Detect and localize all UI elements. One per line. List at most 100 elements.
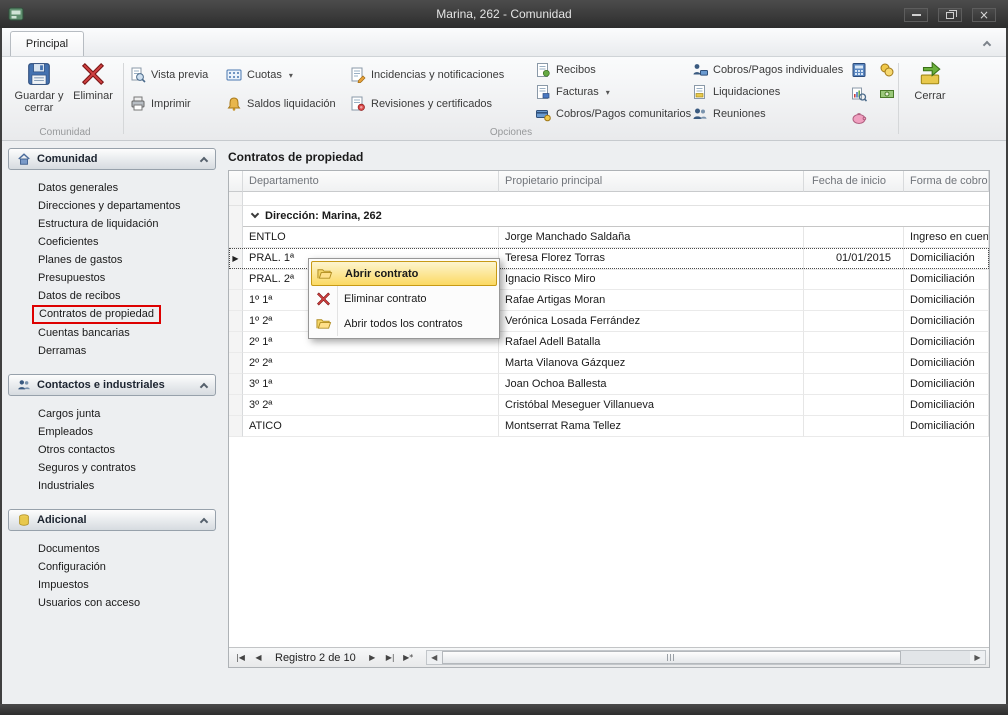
table-row[interactable]: 2º 2ª Marta Vilanova Gázquez Domiciliaci…: [229, 353, 989, 374]
sidebar-item-planes-de-gastos[interactable]: Planes de gastos: [8, 251, 216, 269]
cell-fecha: [804, 353, 904, 374]
search-stats-button[interactable]: [848, 84, 870, 104]
column-header-forma-de-cobro[interactable]: Forma de cobro: [904, 171, 989, 192]
liquidaciones-button[interactable]: Liquidaciones: [692, 82, 780, 102]
context-menu-item-abrir-todos[interactable]: Abrir todos los contratos: [311, 311, 497, 336]
scrollbar-track[interactable]: [442, 651, 970, 664]
sidebar-item-documentos[interactable]: Documentos: [8, 540, 216, 558]
revisiones-button[interactable]: Revisiones y certificados: [350, 94, 492, 114]
row-indicator: [229, 332, 243, 353]
cell-fecha: [804, 290, 904, 311]
cell-propietario: Cristóbal Meseguer Villanueva: [499, 395, 804, 416]
context-menu-item-abrir-contrato[interactable]: Abrir contrato: [311, 261, 497, 286]
cell-propietario: Jorge Manchado Saldaña: [499, 227, 804, 248]
cash-button[interactable]: [876, 84, 898, 104]
sidebar-item-datos-generales[interactable]: Datos generales: [8, 179, 216, 197]
sidebar-item-industriales[interactable]: Industriales: [8, 477, 216, 495]
printer-icon: [130, 96, 146, 112]
cobros-pagos-individuales-button[interactable]: Cobros/Pagos individuales: [692, 60, 843, 80]
titlebar: Marina, 262 - Comunidad ×: [0, 0, 1008, 28]
cell-fecha: [804, 395, 904, 416]
group-label-opciones: Opciones: [126, 127, 896, 138]
sidebar-item-impuestos[interactable]: Impuestos: [8, 576, 216, 594]
sidebar-item-seguros-y-contratos[interactable]: Seguros y contratos: [8, 459, 216, 477]
cell-departamento: 2º 2ª: [243, 353, 499, 374]
context-menu-item-eliminar-contrato[interactable]: Eliminar contrato: [311, 286, 497, 311]
column-header-propietario-principal[interactable]: Propietario principal: [499, 171, 804, 192]
cell-propietario: Ignacio Risco Miro: [499, 269, 804, 290]
group-row[interactable]: Dirección: Marina, 262: [229, 206, 989, 227]
coins-button[interactable]: [876, 60, 898, 80]
incidencias-button[interactable]: Incidencias y notificaciones: [350, 65, 504, 85]
close-exit-icon: [917, 61, 943, 87]
sidebar-item-cuentas-bancarias[interactable]: Cuentas bancarias: [8, 324, 216, 342]
tab-principal[interactable]: Principal: [10, 31, 84, 56]
group-separator: [123, 63, 124, 134]
group-label-comunidad: Comunidad: [8, 127, 122, 138]
cell-propietario: Joan Ochoa Ballesta: [499, 374, 804, 395]
minimize-button[interactable]: [904, 8, 928, 22]
scroll-right-button[interactable]: ▶: [970, 651, 985, 664]
saldos-liquidacion-button[interactable]: Saldos liquidación: [226, 94, 336, 114]
sidebar-item-coeficientes[interactable]: Coeficientes: [8, 233, 216, 251]
facturas-button[interactable]: Facturas ▾: [535, 82, 610, 102]
imprimir-button[interactable]: Imprimir: [130, 94, 191, 114]
sidebar-section-comunidad: Comunidad Datos generales Direcciones y …: [8, 148, 216, 360]
table-row[interactable]: 3º 2ª Cristóbal Meseguer Villanueva Domi…: [229, 395, 989, 416]
sidebar-item-estructura-de-liquidacion[interactable]: Estructura de liquidación: [8, 215, 216, 233]
coins-icon: [879, 62, 895, 78]
table-row[interactable]: ATICO Montserrat Rama Tellez Domiciliaci…: [229, 416, 989, 437]
open-folder-icon: [315, 316, 332, 331]
sidebar-item-contratos-de-propiedad[interactable]: Contratos de propiedad: [32, 305, 161, 324]
sidebar-item-cargos-junta[interactable]: Cargos junta: [8, 405, 216, 423]
cell-forma: Domiciliación: [904, 311, 989, 332]
restore-button[interactable]: [938, 8, 962, 22]
sidebar-item-direcciones-y-departamentos[interactable]: Direcciones y departamentos: [8, 197, 216, 215]
nav-last-button[interactable]: ▶|: [382, 650, 399, 665]
sidebar-header-adicional[interactable]: Adicional: [8, 509, 216, 531]
calculator-button[interactable]: [848, 60, 870, 80]
collapse-chevron-icon: [200, 382, 208, 390]
recibos-button[interactable]: Recibos: [535, 60, 596, 80]
sidebar-item-derramas[interactable]: Derramas: [8, 342, 216, 360]
sidebar-item-empleados[interactable]: Empleados: [8, 423, 216, 441]
column-header-departamento[interactable]: Departamento: [243, 171, 499, 192]
scrollbar-thumb[interactable]: [442, 651, 902, 664]
cell-propietario: Marta Vilanova Gázquez: [499, 353, 804, 374]
nav-prev-button[interactable]: ◀: [250, 650, 267, 665]
reuniones-button[interactable]: Reuniones: [692, 104, 766, 124]
row-indicator: [229, 290, 243, 311]
sidebar-header-comunidad[interactable]: Comunidad: [8, 148, 216, 170]
sidebar-section-contactos: Contactos e industriales Cargos junta Em…: [8, 374, 216, 495]
close-button[interactable]: ×: [972, 8, 996, 22]
table-row[interactable]: 3º 1ª Joan Ochoa Ballesta Domiciliación: [229, 374, 989, 395]
nav-new-record-button[interactable]: ▶*: [400, 650, 417, 665]
piggy-bank-button[interactable]: [848, 108, 870, 128]
cell-fecha: [804, 227, 904, 248]
sidebar-item-presupuestos[interactable]: Presupuestos: [8, 269, 216, 287]
sidebar-header-contactos[interactable]: Contactos e industriales: [8, 374, 216, 396]
ribbon-collapse-button[interactable]: [978, 36, 996, 51]
vista-previa-button[interactable]: Vista previa: [130, 65, 208, 85]
column-header-fecha-de-inicio[interactable]: Fecha de inicio: [804, 171, 904, 192]
row-indicator: [229, 416, 243, 437]
nav-next-button[interactable]: ▶: [364, 650, 381, 665]
sidebar-item-otros-contactos[interactable]: Otros contactos: [8, 441, 216, 459]
open-folder-icon: [316, 266, 333, 281]
cerrar-button[interactable]: Cerrar: [905, 61, 955, 102]
scrollbar-grip-icon: [667, 654, 676, 661]
people-icon: [17, 378, 31, 392]
row-indicator: [229, 353, 243, 374]
nav-first-button[interactable]: |◀: [232, 650, 249, 665]
record-position-text: Registro 2 de 10: [275, 652, 356, 664]
delete-button[interactable]: Eliminar: [68, 61, 118, 102]
sidebar-item-datos-de-recibos[interactable]: Datos de recibos: [8, 287, 216, 305]
horizontal-scrollbar[interactable]: ◀ ▶: [426, 650, 986, 665]
sidebar-item-usuarios-con-acceso[interactable]: Usuarios con acceso: [8, 594, 216, 612]
scroll-left-button[interactable]: ◀: [427, 651, 442, 664]
cuotas-button[interactable]: Cuotas ▾: [226, 65, 293, 85]
save-close-button[interactable]: Guardar y cerrar: [12, 61, 66, 114]
sidebar-item-configuracion[interactable]: Configuración: [8, 558, 216, 576]
table-row[interactable]: ENTLO Jorge Manchado Saldaña Ingreso en …: [229, 227, 989, 248]
cobros-pagos-comunitarios-button[interactable]: Cobros/Pagos comunitarios: [535, 104, 691, 124]
